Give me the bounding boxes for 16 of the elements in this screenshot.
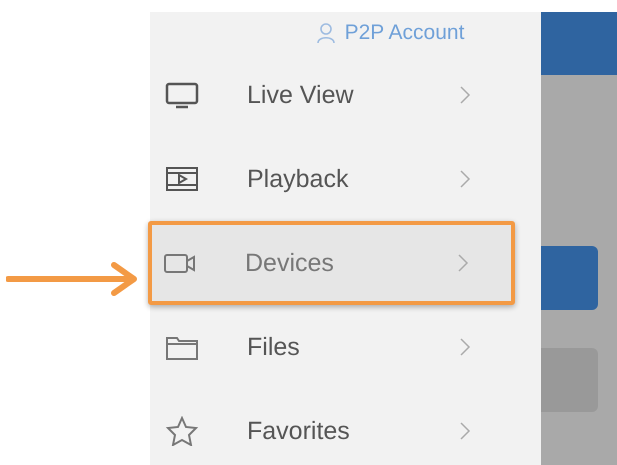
chevron-icon [459, 421, 471, 441]
monitor-icon [164, 80, 200, 110]
chevron-icon [459, 85, 471, 105]
user-icon [316, 22, 335, 42]
panel-button[interactable] [541, 246, 598, 310]
menu-item[interactable]: Devices [148, 221, 515, 305]
menu-item[interactable]: Favorites [150, 389, 515, 465]
film-icon [164, 164, 200, 194]
menu-item[interactable]: Playback [150, 137, 515, 221]
menu-item[interactable]: Live View [150, 53, 515, 137]
chevron-icon [457, 253, 469, 273]
star-icon [164, 416, 200, 446]
chevron-icon [459, 169, 471, 189]
chevron-icon [459, 337, 471, 357]
menu-item[interactable]: Files [150, 305, 515, 389]
panel-button[interactable] [541, 348, 598, 412]
